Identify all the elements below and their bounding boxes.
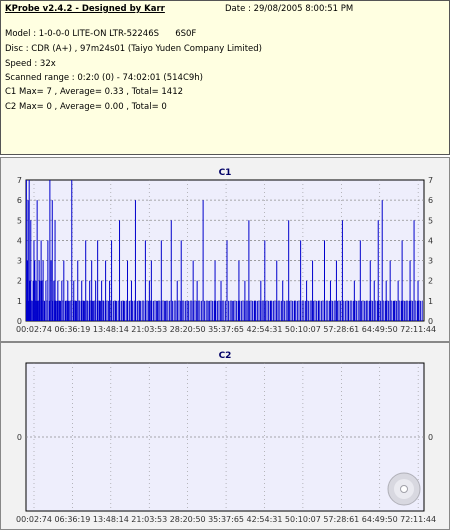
y-tick-label-right: 4 bbox=[428, 236, 433, 245]
info-panel: KProbe v2.4.2 - Designed by Karr Date : … bbox=[0, 0, 450, 155]
x-tick-label: 28:20:50 bbox=[170, 515, 206, 524]
chart-title: C2 bbox=[219, 351, 232, 361]
range-line: Scanned range : 0:2:0 (0) - 74:02:01 (51… bbox=[5, 73, 203, 83]
x-tick-label: 28:20:50 bbox=[170, 325, 206, 334]
x-tick-label: 50:10:07 bbox=[285, 325, 321, 334]
x-tick-label: 42:54:31 bbox=[247, 325, 283, 334]
y-tick-label-left: 4 bbox=[17, 236, 22, 245]
c1-stats-line: C1 Max= 7 , Average= 0.33 , Total= 1412 bbox=[5, 87, 184, 97]
c1-chart: C10 01 12 23 34 45 56 67 700:02:74 06:36:19 13:48:… bbox=[16, 168, 436, 334]
y-tick-label-right: 3 bbox=[428, 257, 433, 266]
x-tick-label: 72:11:44 bbox=[400, 325, 436, 334]
y-tick-label-right: 2 bbox=[428, 277, 433, 286]
chart-title: C1 bbox=[219, 168, 232, 178]
plot-area bbox=[25, 362, 425, 512]
c2-stats-line: C2 Max= 0 , Average= 0.00 , Total= 0 bbox=[5, 102, 167, 112]
app-title: KProbe v2.4.2 - Designed by Karr bbox=[5, 4, 165, 14]
y-tick-label-right: 0 bbox=[428, 433, 433, 442]
x-tick-label: 64:49:50 bbox=[362, 515, 398, 524]
disc-line: Disc : CDR (A+) , 97m24s01 (Taiyo Yuden … bbox=[5, 44, 262, 54]
x-tick-label: 00:02:74 bbox=[16, 515, 52, 524]
x-tick-label: 64:49:50 bbox=[362, 325, 398, 334]
model-line: Model : 1-0-0-0 LITE-ON LTR-52246S 6S0F bbox=[5, 29, 197, 39]
speed-line: Speed : 32x bbox=[5, 59, 56, 69]
x-tick-label: 06:36:19 bbox=[54, 325, 90, 334]
x-tick-label: 35:37:65 bbox=[208, 325, 244, 334]
y-tick-label-right: 5 bbox=[428, 216, 433, 225]
x-tick-label: 00:02:74 bbox=[16, 325, 52, 334]
x-tick-label: 50:10:07 bbox=[285, 515, 321, 524]
x-tick-label: 42:54:31 bbox=[247, 515, 283, 524]
scan-date: Date : 29/08/2005 8:00:51 PM bbox=[225, 4, 354, 14]
y-tick-label-left: 0 bbox=[17, 433, 22, 442]
y-tick-label-left: 6 bbox=[17, 196, 22, 205]
x-tick-label: 57:28:61 bbox=[323, 515, 359, 524]
c1-chart-panel: C1 0 0 1 1 2 2 3 3 4 4 5 5 6 6 7 7 00:02:74 06:36:19 13:48:… bbox=[0, 157, 450, 342]
y-tick-label-left: 5 bbox=[17, 216, 22, 225]
y-tick-label-left: 1 bbox=[17, 297, 22, 306]
y-tick-label-left: 2 bbox=[17, 277, 22, 286]
y-tick-label-right: 1 bbox=[428, 297, 433, 306]
x-tick-label: 13:48:14 bbox=[93, 325, 129, 334]
y-tick-label-left: 7 bbox=[17, 176, 22, 185]
x-tick-label: 35:37:65 bbox=[208, 515, 244, 524]
x-tick-label: 72:11:44 bbox=[400, 515, 436, 524]
y-tick-label-left: 3 bbox=[17, 257, 22, 266]
x-tick-label: 57:28:61 bbox=[323, 325, 359, 334]
cd-icon-hole bbox=[400, 485, 408, 493]
x-tick-label: 21:03:53 bbox=[131, 515, 167, 524]
c2-chart-panel: C2 0 0 00:02:74 06:36:19 13:48:14 21:03:53 28:2… bbox=[0, 342, 450, 530]
x-tick-label: 06:36:19 bbox=[54, 515, 90, 524]
y-tick-label-right: 7 bbox=[428, 176, 433, 185]
x-tick-label: 21:03:53 bbox=[131, 325, 167, 334]
y-tick-label-right: 6 bbox=[428, 196, 433, 205]
c2-chart: C2 0 0 00:02:74 06:36:19 13:48:14 21:03:53 28:2… bbox=[16, 351, 436, 524]
x-tick-label: 13:48:14 bbox=[93, 515, 129, 524]
